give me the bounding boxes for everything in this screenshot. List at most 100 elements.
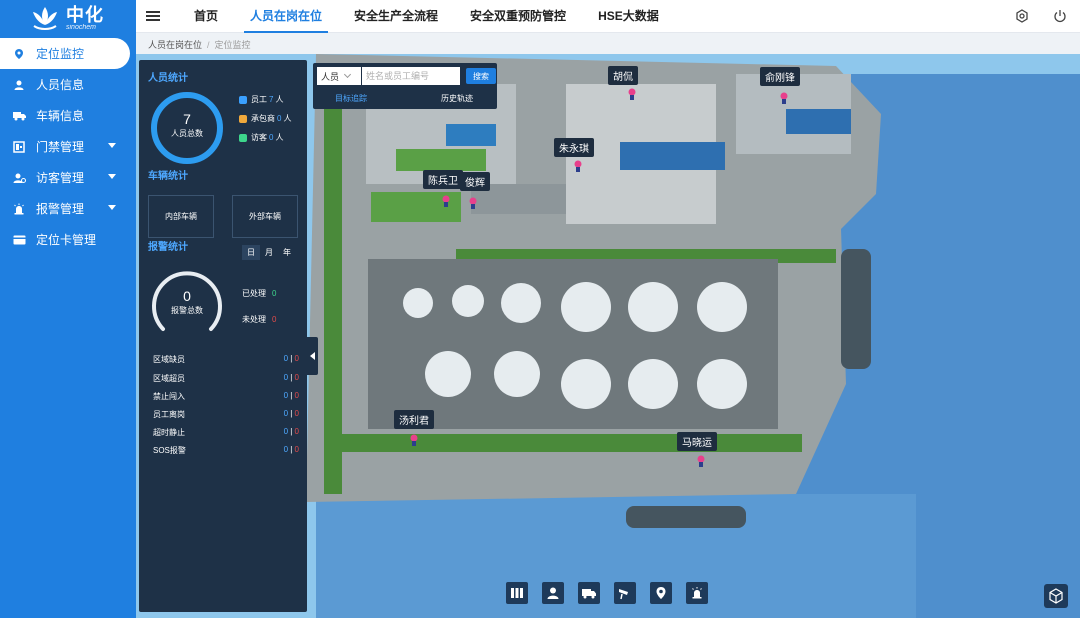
chevron-down-icon — [108, 143, 116, 148]
alarm-total-value: 0 — [183, 288, 191, 304]
unhandled-label: 未处理 — [242, 315, 266, 324]
person-tag[interactable]: 胡侃 — [608, 66, 638, 85]
search-input[interactable] — [362, 67, 460, 85]
external-vehicle-box[interactable]: 外部车辆 — [232, 195, 298, 238]
person-tag[interactable]: 俞刚锋 — [760, 67, 800, 86]
location-icon — [656, 587, 666, 599]
tab-day[interactable]: 日 — [242, 245, 260, 260]
personnel-layer-button[interactable] — [542, 582, 564, 604]
breadcrumb-current: 定位监控 — [214, 40, 251, 50]
legend-value: 7 — [269, 95, 274, 104]
alarm-layer-button[interactable] — [686, 582, 708, 604]
tab-target-tracking[interactable]: 目标追踪 — [335, 93, 367, 104]
alarm-count: 0 — [283, 354, 289, 363]
camera-layer-button[interactable] — [614, 582, 636, 604]
sidebar-item-access-control[interactable]: 门禁管理 — [0, 131, 136, 162]
power-icon[interactable] — [1052, 8, 1068, 24]
alarm-icon — [692, 587, 702, 599]
chevron-down-icon — [108, 174, 116, 179]
sidebar-item-vehicle-info[interactable]: 车辆信息 — [0, 100, 136, 131]
sidebar-item-visitor-management[interactable]: 访客管理 — [0, 162, 136, 193]
alarm-row-label: 区域超员 — [153, 374, 185, 383]
person-marker-icon[interactable] — [697, 455, 705, 467]
legend-swatch — [239, 133, 247, 142]
person-marker-icon[interactable] — [410, 434, 418, 446]
sidebar-item-location-monitor[interactable]: 定位监控 — [0, 38, 130, 69]
personnel-total-value: 7 — [183, 111, 191, 127]
alarm-count: 0 — [294, 427, 299, 436]
sidebar-item-label: 人员信息 — [36, 78, 85, 92]
tab-history-track[interactable]: 历史轨迹 — [441, 93, 473, 104]
alarm-row: 区域缺员 0 | 0 — [153, 354, 299, 364]
visitor-icon — [12, 171, 26, 185]
person-tag[interactable]: 汤利君 — [394, 410, 434, 429]
alarm-count: 0 — [283, 445, 289, 454]
sidebar-item-label: 访客管理 — [36, 171, 85, 185]
alarm-count: 0 — [283, 427, 289, 436]
truck-icon — [582, 589, 596, 599]
sidebar-item-location-card[interactable]: 定位卡管理 — [0, 224, 136, 255]
panel-collapse-button[interactable] — [307, 337, 318, 375]
internal-vehicle-box[interactable]: 内部车辆 — [148, 195, 214, 238]
breadcrumb: 人员在岗在位 / 定位监控 — [148, 40, 251, 50]
search-type-select[interactable]: 人员 — [317, 67, 361, 85]
tab-personnel-on-duty[interactable]: 人员在岗在位 — [234, 0, 338, 33]
person-tag[interactable]: 朱永琪 — [554, 138, 594, 157]
statistics-panel: 人员统计 7 人员总数 员工 7 人 承包商 0 人 访客 0 人 车辆统计 内… — [139, 60, 307, 612]
person-icon — [547, 587, 559, 599]
3d-view-button[interactable] — [1044, 584, 1068, 608]
person-tag[interactable]: 陈兵卫 — [423, 170, 463, 189]
alarm-count: 0 — [283, 409, 289, 418]
alarm-row: 员工离岗 0 | 0 — [153, 409, 299, 419]
search-button[interactable]: 搜索 — [466, 68, 496, 84]
alarm-count: 0 — [294, 354, 299, 363]
person-tag[interactable]: 俊辉 — [460, 172, 490, 191]
alarm-total-label: 报警总数 — [171, 306, 203, 315]
vehicle-stats-title: 车辆统计 — [148, 171, 188, 182]
legend-label: 承包商 — [251, 114, 275, 123]
person-marker-icon[interactable] — [574, 160, 582, 172]
alarm-row: 区域超员 0 | 0 — [153, 373, 299, 383]
settings-icon[interactable] — [1014, 8, 1030, 24]
menu-toggle-icon[interactable] — [146, 9, 160, 23]
sidebar-item-alarm-management[interactable]: 报警管理 — [0, 193, 136, 224]
breadcrumb-parent[interactable]: 人员在岗在位 — [148, 40, 202, 50]
logo: 中化 sinochem — [0, 0, 136, 36]
vehicle-layer-button[interactable] — [578, 582, 600, 604]
search-widget: 人员 搜索 目标追踪 历史轨迹 — [313, 63, 497, 109]
person-marker-icon[interactable] — [780, 92, 788, 104]
layers-button[interactable] — [506, 582, 528, 604]
layers-icon — [511, 588, 523, 598]
person-marker-icon[interactable] — [469, 197, 477, 209]
sidebar-item-label: 报警管理 — [36, 202, 85, 216]
sidebar-item-personnel-info[interactable]: 人员信息 — [0, 69, 136, 100]
person-tag[interactable]: 马晓运 — [677, 432, 717, 451]
tab-dual-prevention[interactable]: 安全双重预防管控 — [454, 0, 582, 33]
legend-label: 访客 — [251, 133, 267, 142]
alarm-row-label: 禁止闯入 — [153, 392, 185, 401]
handled-label: 已处理 — [242, 289, 266, 298]
sidebar-item-label: 定位监控 — [36, 47, 85, 61]
tab-safety-production[interactable]: 安全生产全流程 — [338, 0, 454, 33]
sidebar-item-label: 定位卡管理 — [36, 233, 97, 247]
legend-swatch — [239, 114, 247, 123]
person-marker-icon[interactable] — [442, 195, 450, 207]
alarm-count: 0 — [294, 391, 299, 400]
personnel-total-ring: 7 人员总数 — [149, 90, 225, 166]
period-tabs: 日 月 年 — [242, 245, 296, 260]
tab-month[interactable]: 月 — [260, 245, 278, 260]
legend-visitor: 访客 0 人 — [239, 132, 283, 143]
tab-year[interactable]: 年 — [278, 245, 296, 260]
personnel-stats-title: 人员统计 — [148, 73, 188, 84]
legend-label: 员工 — [251, 95, 267, 104]
tab-hse-bigdata[interactable]: HSE大数据 — [582, 0, 675, 33]
legend-value: 0 — [269, 133, 274, 142]
truck-icon — [12, 109, 26, 123]
card-icon — [12, 233, 26, 247]
personnel-total-label: 人员总数 — [171, 129, 203, 138]
tab-home[interactable]: 首页 — [178, 0, 234, 33]
cube-icon — [1049, 588, 1063, 604]
person-marker-icon[interactable] — [628, 88, 636, 100]
lotus-logo-icon — [33, 7, 57, 30]
location-layer-button[interactable] — [650, 582, 672, 604]
